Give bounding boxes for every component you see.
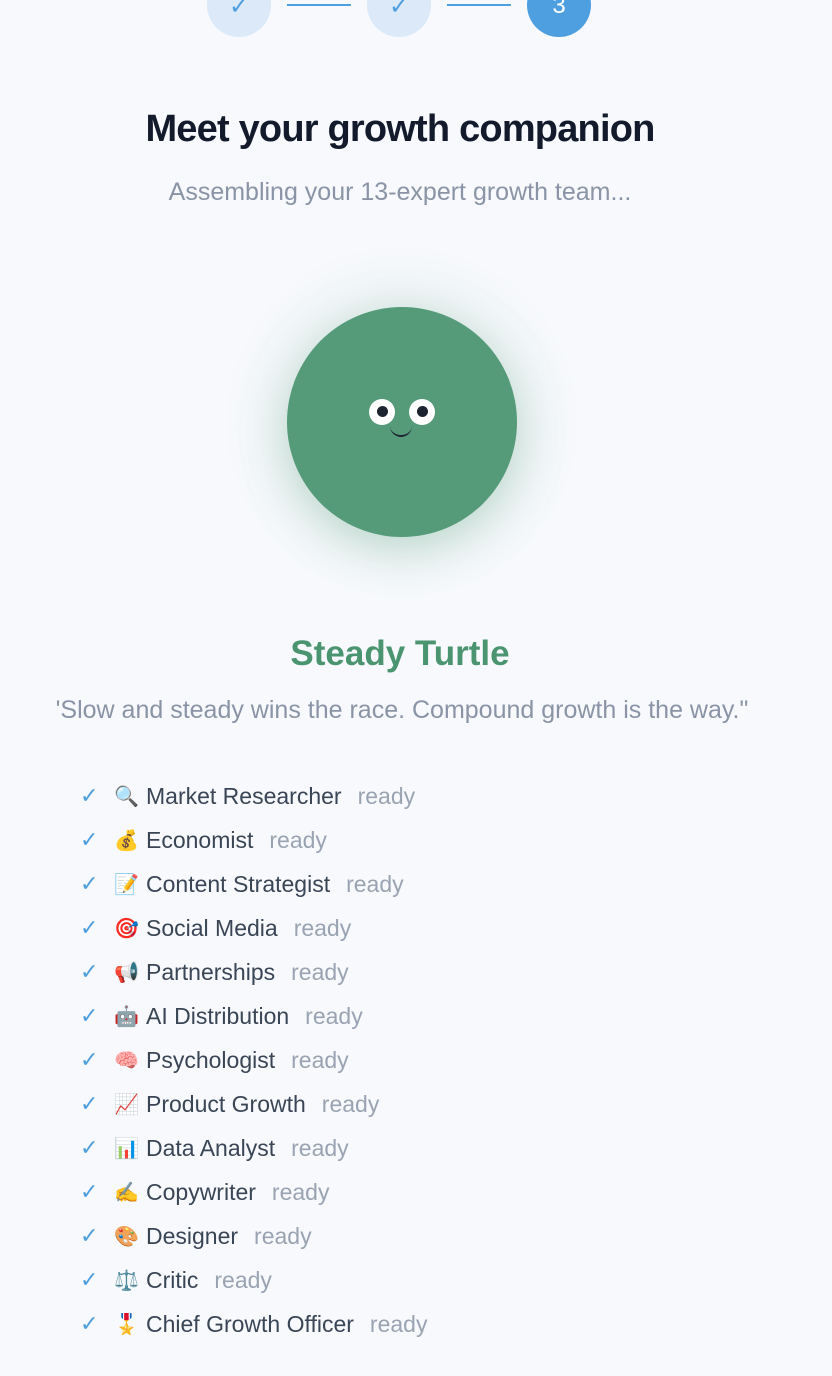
expert-name: AI Distribution: [146, 1002, 290, 1029]
check-icon: ✓: [80, 959, 99, 984]
list-item: ✓ 🤖 AI Distribution ready: [80, 994, 780, 1038]
robot-icon: 🤖: [114, 1004, 139, 1028]
list-item: ✓ 🎨 Designer ready: [80, 1214, 780, 1258]
list-item: ✓ 🎯 Social Media ready: [80, 906, 780, 950]
megaphone-icon: 📢: [114, 960, 139, 984]
expert-name: Critic: [146, 1266, 199, 1293]
avatar-left-eye: [369, 399, 395, 425]
expert-name: Economist: [146, 826, 254, 853]
expert-status: ready: [269, 826, 327, 853]
check-icon: ✓: [80, 1047, 99, 1072]
memo-icon: 📝: [114, 872, 139, 896]
expert-status: ready: [214, 1266, 272, 1293]
check-icon: ✓: [80, 915, 99, 940]
magnifying-glass-icon: 🔍: [114, 784, 139, 808]
check-icon: ✓: [80, 1003, 99, 1028]
companion-name: Steady Turtle: [290, 634, 510, 673]
money-bag-icon: 💰: [114, 828, 139, 852]
expert-list: ✓ 🔍 Market Researcher ready ✓ 💰 Economis…: [80, 774, 780, 1346]
list-item: ✓ ⚖️ Critic ready: [80, 1258, 780, 1302]
expert-name: Designer: [146, 1222, 239, 1249]
list-item: ✓ 📝 Content Strategist ready: [80, 862, 780, 906]
expert-name: Data Analyst: [146, 1134, 276, 1161]
list-item: ✓ 📊 Data Analyst ready: [80, 1126, 780, 1170]
writing-hand-icon: ✍️: [114, 1180, 139, 1204]
expert-name: Market Researcher: [146, 782, 342, 809]
step-2-check-icon: ✓: [388, 0, 410, 20]
page-title: Meet your growth companion: [145, 108, 655, 150]
brain-icon: 🧠: [114, 1048, 139, 1072]
expert-name: Content Strategist: [146, 870, 331, 897]
check-icon: ✓: [80, 1179, 99, 1204]
step-3-number: 3: [552, 0, 566, 19]
step-connector: [287, 4, 351, 6]
expert-status: ready: [254, 1222, 312, 1249]
companion-quote: 'Slow and steady wins the race. Compound…: [55, 696, 749, 724]
avatar-right-eye: [409, 399, 435, 425]
companion-avatar: [287, 307, 517, 537]
step-1-check-icon: ✓: [228, 0, 250, 20]
expert-name: Psychologist: [146, 1046, 276, 1073]
expert-name: Chief Growth Officer: [146, 1310, 354, 1337]
avatar-mouth: [390, 425, 412, 437]
check-icon: ✓: [80, 783, 99, 808]
expert-name: Social Media: [146, 914, 278, 941]
step-1-indicator: ✓: [207, 0, 271, 37]
bar-chart-icon: 📊: [114, 1136, 139, 1160]
expert-status: ready: [305, 1002, 363, 1029]
list-item: ✓ 📈 Product Growth ready: [80, 1082, 780, 1126]
list-item: ✓ 💰 Economist ready: [80, 818, 780, 862]
expert-status: ready: [321, 1090, 380, 1117]
check-icon: ✓: [80, 1091, 99, 1116]
onboarding-page: ✓ ✓ 3 Meet your growth companion Assembl…: [0, 0, 832, 1376]
check-icon: ✓: [80, 827, 99, 852]
step-2-indicator: ✓: [367, 0, 431, 37]
expert-status: ready: [271, 1178, 330, 1205]
expert-status: ready: [293, 914, 352, 941]
check-icon: ✓: [80, 1267, 99, 1292]
list-item: ✓ 📢 Partnerships ready: [80, 950, 780, 994]
expert-name: Partnerships: [146, 958, 276, 985]
check-icon: ✓: [80, 1135, 99, 1160]
expert-status: ready: [357, 782, 416, 809]
expert-name: Copywriter: [146, 1178, 256, 1205]
step-connector: [447, 4, 511, 6]
military-medal-icon: 🎖️: [114, 1312, 139, 1336]
expert-status: ready: [291, 1046, 349, 1073]
check-icon: ✓: [80, 871, 99, 896]
page-subtitle: Assembling your 13-expert growth team...: [168, 178, 632, 206]
expert-status: ready: [369, 1310, 428, 1337]
expert-status: ready: [291, 1134, 349, 1161]
list-item: ✓ ✍️ Copywriter ready: [80, 1170, 780, 1214]
target-icon: 🎯: [114, 916, 139, 940]
balance-scale-icon: ⚖️: [114, 1268, 139, 1292]
expert-status: ready: [291, 958, 349, 985]
expert-name: Product Growth: [146, 1090, 306, 1117]
list-item: ✓ 🧠 Psychologist ready: [80, 1038, 780, 1082]
list-item: ✓ 🎖️ Chief Growth Officer ready: [80, 1302, 780, 1346]
step-3-indicator: 3: [527, 0, 591, 37]
check-icon: ✓: [80, 1311, 99, 1336]
list-item: ✓ 🔍 Market Researcher ready: [80, 774, 780, 818]
palette-icon: 🎨: [114, 1224, 139, 1248]
expert-status: ready: [346, 870, 404, 897]
check-icon: ✓: [80, 1223, 99, 1248]
chart-increasing-icon: 📈: [114, 1092, 139, 1116]
